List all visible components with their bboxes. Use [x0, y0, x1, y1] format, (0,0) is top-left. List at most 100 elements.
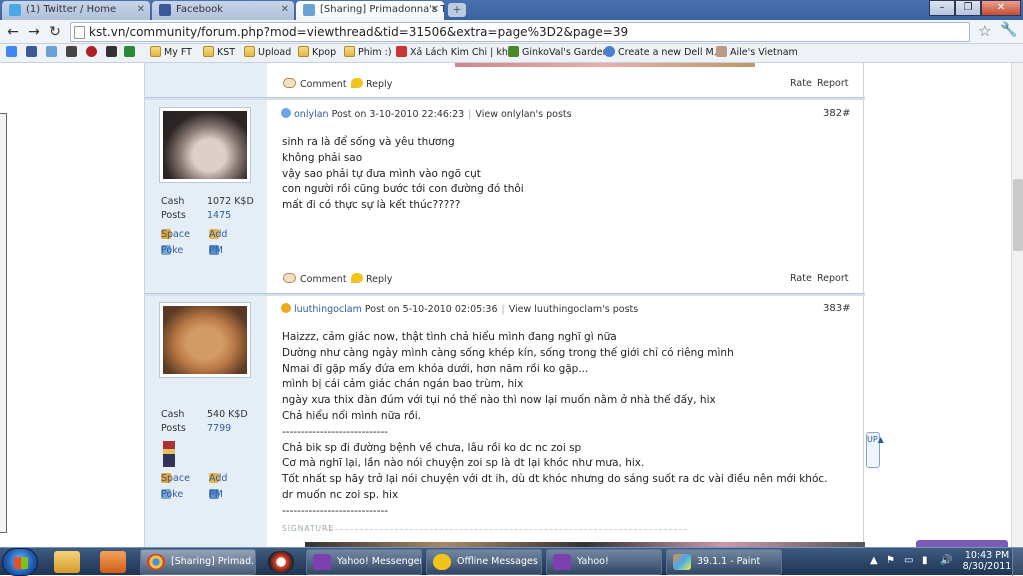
posts-count-link[interactable]: 1475 [207, 210, 231, 221]
back-button[interactable]: ← [4, 23, 22, 41]
folder-icon [203, 46, 214, 57]
bookmark-ginkoval[interactable]: GinkoVal's Garden [508, 46, 609, 60]
media-player-icon[interactable] [268, 551, 294, 573]
flag-icon[interactable]: ⚑ [886, 555, 895, 566]
view-posts-link[interactable]: View onlylan's posts [475, 109, 571, 120]
comment-icon [283, 78, 296, 88]
user-cash: Cash 1072 K$D [161, 196, 254, 207]
posts-count-link[interactable]: 7799 [207, 423, 231, 434]
google-bookmark-icon[interactable] [6, 46, 20, 60]
report-link[interactable]: Report [817, 78, 849, 89]
explorer-icon[interactable] [54, 551, 80, 573]
post-line: Tốt nhất sp hãy trở lại nói chuyện với d… [282, 473, 828, 486]
vertical-scrollbar[interactable] [1011, 63, 1023, 547]
reply-link[interactable]: Reply [351, 78, 392, 90]
bookmark-star-icon[interactable]: ☆ [978, 22, 991, 40]
maximize-button[interactable]: ❐ [955, 0, 981, 16]
windows-taskbar: [Sharing] Primad... Yahoo! Messenger Off… [0, 547, 1023, 576]
wrench-icon[interactable]: 🔧 [1000, 22, 1017, 38]
tab-facebook[interactable]: Facebook ✕ [152, 1, 294, 20]
close-icon[interactable]: ✕ [137, 1, 145, 19]
bookmark-aile[interactable]: Aile's Vietnam [716, 46, 798, 60]
page-icon [508, 46, 519, 57]
bookmark-icon[interactable] [124, 46, 138, 60]
bookmark-xa-lach-kim-chi[interactable]: Xả Lách Kim Chi | kh... [396, 46, 517, 60]
new-tab-button[interactable]: + [448, 3, 466, 17]
clock[interactable]: 10:43 PM 8/30/2011 [962, 550, 1012, 572]
rate-link[interactable]: Rate [790, 78, 812, 89]
bookmark-icon[interactable] [46, 46, 60, 60]
tab-twitter[interactable]: (1) Twitter / Home ✕ [2, 1, 150, 20]
online-status-icon [281, 108, 291, 118]
post-line: Chả hiểu nổi mình nữa rồi. [282, 409, 421, 422]
reply-icon [351, 273, 363, 283]
address-bar[interactable]: kst.vn/community/forum.php?mod=viewthrea… [70, 22, 970, 42]
bookmark-icon[interactable] [106, 46, 120, 60]
tab-title: (1) Twitter / Home [26, 4, 117, 15]
page-icon [716, 46, 727, 57]
post-line: Chả bik sp đi đường bệnh về chưa, lâu rồ… [282, 441, 582, 454]
report-link[interactable]: Report [817, 273, 849, 284]
taskbar-chrome[interactable]: [Sharing] Primad... [140, 549, 256, 575]
rate-link[interactable]: Rate [790, 273, 812, 284]
close-icon[interactable]: ✕ [281, 1, 289, 19]
bookmark-phim[interactable]: Phim :) [344, 46, 392, 60]
avatar[interactable] [159, 302, 251, 378]
tray-arrow-icon[interactable]: ▲ [870, 555, 878, 566]
folder-icon [150, 46, 161, 57]
previous-post-image [455, 63, 755, 67]
reply-icon [351, 78, 363, 88]
page-icon [74, 26, 85, 39]
view-posts-link[interactable]: View luuthingoclam's posts [509, 304, 638, 315]
facebook-bookmark-icon[interactable] [26, 46, 40, 60]
tab-strip: (1) Twitter / Home ✕ Facebook ✕ [Sharing… [0, 0, 1023, 21]
author-link[interactable]: luuthingoclam [294, 304, 362, 315]
post-line: dr muốn nc zoi sp. hix [282, 488, 399, 501]
reply-link[interactable]: Reply [351, 273, 392, 285]
download-manager-icon[interactable] [100, 551, 126, 573]
comment-icon [283, 273, 296, 283]
avatar[interactable] [159, 107, 251, 183]
close-window-button[interactable]: ✕ [981, 0, 1021, 16]
taskbar-paint[interactable]: 39.1.1 - Paint [666, 549, 782, 575]
post-number[interactable]: 383# [823, 303, 850, 314]
taskbar-offline-messages[interactable]: Offline Messages [426, 549, 542, 575]
taskbar-label: Yahoo! [577, 556, 609, 567]
user-posts: Posts 7799 [161, 423, 232, 434]
bookmark-upload[interactable]: Upload [244, 46, 291, 60]
bookmark-icon[interactable] [66, 46, 80, 60]
display-icon[interactable]: ▭ [904, 555, 913, 566]
scrollbar-thumb[interactable] [1013, 179, 1023, 251]
bookmark-label: Aile's Vietnam [730, 47, 798, 58]
taskbar-label: [Sharing] Primad... [171, 556, 256, 567]
bookmark-my-ft[interactable]: My FT [150, 46, 192, 60]
user-cash: Cash 540 K$D [161, 409, 248, 420]
tab-kst-thread[interactable]: [Sharing] Primadonna's Tư... ✕ [296, 1, 444, 21]
author-link[interactable]: onlylan [294, 109, 329, 120]
post-line: ngày xưa thix đàn đúm với tụi nó thế nào… [282, 394, 716, 407]
bookmark-dell[interactable]: Create a new Dell M... [604, 46, 723, 60]
post-line: Dường như càng ngày mình càng sống khép … [282, 346, 734, 359]
volume-icon[interactable]: 🔊 [940, 555, 952, 566]
minimize-button[interactable]: – [929, 0, 955, 16]
bookmark-kst[interactable]: KST [203, 46, 235, 60]
post-number[interactable]: 382# [823, 108, 850, 119]
post-body: Haizzz, cảm giác now, thật tình chả hiểu… [282, 330, 828, 520]
user-posts: Posts 1475 [161, 210, 232, 221]
scroll-up-button[interactable]: UP▲ [866, 432, 884, 468]
network-icon[interactable]: ▮ [922, 555, 928, 566]
bookmark-label: My FT [164, 47, 192, 58]
start-button[interactable] [2, 548, 38, 576]
comment-link[interactable]: Comment [283, 273, 347, 285]
reload-button[interactable]: ↻ [46, 23, 64, 41]
taskbar-yahoo-messenger[interactable]: Yahoo! Messenger [306, 549, 422, 575]
tab-title: [Sharing] Primadonna's Tư... [320, 4, 444, 15]
show-desktop-button[interactable] [1012, 548, 1023, 576]
bookmark-icon[interactable] [86, 46, 100, 60]
forward-button[interactable]: → [25, 23, 43, 41]
comment-link[interactable]: Comment [283, 78, 347, 90]
post-body: sinh ra là để sống và yêu thương không p… [282, 135, 524, 214]
taskbar-yahoo[interactable]: Yahoo! [546, 549, 662, 575]
bookmark-kpop[interactable]: Kpop [298, 46, 336, 60]
close-icon[interactable]: ✕ [431, 1, 439, 19]
